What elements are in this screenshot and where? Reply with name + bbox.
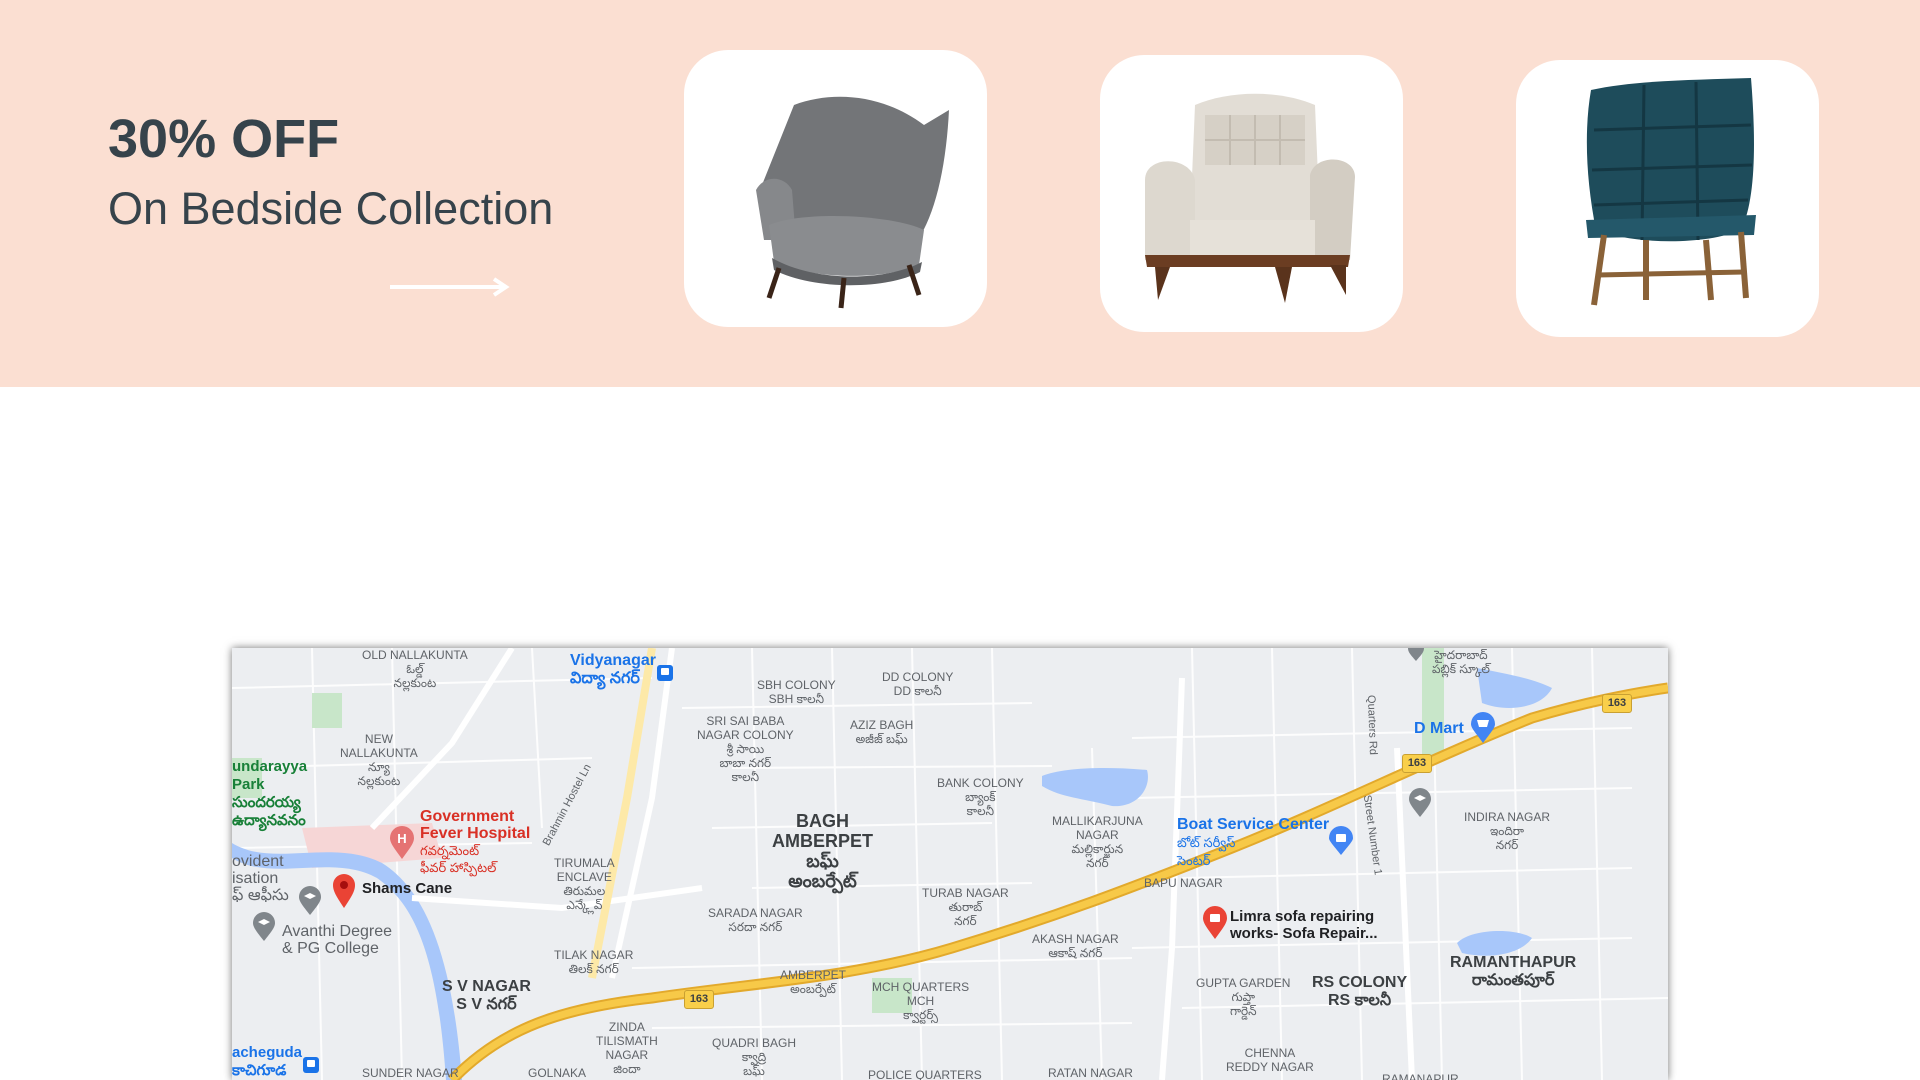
train-station-icon[interactable] xyxy=(302,1056,320,1074)
map-label-shams-cane[interactable]: Shams Cane xyxy=(362,880,452,897)
train-station-icon[interactable] xyxy=(656,664,674,682)
highway-shield-163: 163 xyxy=(1402,754,1432,773)
map-label-d-mart[interactable]: D Mart xyxy=(1414,720,1464,738)
map-label-ramanthapur: RAMANTHAPUR రామంతపూర్ xyxy=(1450,954,1577,989)
map-label-quadri-bagh: QUADRI BAGH క్వాద్రి బఘ్ xyxy=(712,1036,797,1078)
teal-chair-image xyxy=(1586,78,1756,306)
map-label-sunder-nagar: SUNDER NAGAR xyxy=(362,1066,459,1080)
map-label-gupta-garden: GUPTA GARDEN గుప్తా గార్డెన్ xyxy=(1196,976,1291,1018)
map-label-golnaka: GOLNAKA xyxy=(528,1066,587,1080)
map-label-kacheguda[interactable]: acheguda కాచిగూడ xyxy=(232,1044,302,1080)
highway-shield-163: 163 xyxy=(1602,694,1632,713)
promo-title: 30% OFF xyxy=(108,109,340,169)
map-label-zinda: ZINDA TILISMATH NAGAR జిందా xyxy=(596,1020,658,1076)
highway-shield-163: 163 xyxy=(684,990,714,1009)
promo-banner: 30% OFF On Bedside Collection xyxy=(0,0,1920,387)
map-label-sbh-colony: SBH COLONY SBH కాలనీ xyxy=(757,678,836,706)
map-label-mch-quarters: MCH QUARTERS MCH క్వార్టర్స్ xyxy=(872,980,970,1022)
school-pin-icon[interactable] xyxy=(298,886,322,916)
map-label-tirumala: TIRUMALA ENCLAVE తిరుమల ఎన్క్లేవ్ xyxy=(554,856,615,912)
location-map[interactable]: 163 163 163 OLD NALLAKUNTA ఓల్డ్ నల్లకుంట… xyxy=(232,648,1668,1080)
map-label-tilak-nagar: TILAK NAGAR తిలక్ నగర్ xyxy=(554,948,634,976)
map-label-ratan-nagar: RATAN NAGAR xyxy=(1048,1066,1133,1080)
map-label-mallikarjuna: MALLIKARJUNA NAGAR మల్లికార్జున నగర్ xyxy=(1052,814,1143,870)
map-label-provident: ovident isation ఫ్ ఆఫీసు xyxy=(232,853,289,904)
map-label-chenna-reddy: CHENNA REDDY NAGAR xyxy=(1226,1046,1314,1074)
map-label-bagh-amberpet: BAGH AMBERPET బఘ్ అంబర్పేట్ xyxy=(772,811,874,891)
map-label-new-nallakunta: NEW NALLAKUNTA న్యూ నల్లకుంట xyxy=(340,732,418,788)
map-label-avanthi-college[interactable]: Avanthi Degree & PG College xyxy=(282,923,392,957)
map-label-public-school: హైదరాబాద్ పబ్లిక్ స్కూల్ xyxy=(1432,648,1490,676)
location-pin-icon[interactable] xyxy=(332,873,356,909)
map-label-ramanapur: RAMANAPUR xyxy=(1382,1072,1459,1080)
map-label-sv-nagar: S V NAGAR S V నగర్ xyxy=(442,978,531,1013)
map-label-bapu-nagar: BAPU NAGAR xyxy=(1144,876,1223,890)
map-label-akash-nagar: AKASH NAGAR ఆకాష్ నగర్ xyxy=(1032,932,1119,960)
map-label-rs-colony: RS COLONY RS కాలనీ xyxy=(1312,974,1408,1009)
school-pin-icon[interactable] xyxy=(1406,648,1426,662)
product-card-cream-armchair[interactable] xyxy=(1100,55,1403,332)
cream-armchair-image xyxy=(1145,93,1355,303)
arrow-right-icon[interactable] xyxy=(388,276,512,298)
promo-subtitle: On Bedside Collection xyxy=(108,183,554,234)
shop-pin-icon[interactable] xyxy=(1328,826,1354,856)
map-label-sundarayya-park[interactable]: undarayya Park సుందరయ్య ఉద్యానవనం xyxy=(232,758,307,830)
map-label-aziz-bagh: AZIZ BAGH అజీజ్ బఘ్ xyxy=(850,718,914,746)
svg-text:H: H xyxy=(397,831,406,846)
school-pin-icon[interactable] xyxy=(252,912,276,942)
map-label-govt-fever-hospital[interactable]: Government Fever Hospital గవర్నమెంట్ ఫీవర… xyxy=(420,808,530,876)
map-label-police-quarters: POLICE QUARTERS xyxy=(868,1068,982,1080)
map-label-amberpet: AMBERPET అంబర్పేట్ xyxy=(780,968,847,996)
hospital-pin-icon[interactable]: H xyxy=(389,826,415,860)
map-label-indira-nagar: INDIRA NAGAR ఇందిరా నగర్ xyxy=(1464,810,1551,852)
school-pin-icon[interactable] xyxy=(1408,788,1432,818)
product-card-teal-chair[interactable] xyxy=(1516,60,1819,337)
map-label-old-nallakunta: OLD NALLAKUNTA ఓల్డ్ నల్లకుంట xyxy=(362,648,468,690)
map-label-vidyanagar[interactable]: Vidyanagar విద్యా నగర్ xyxy=(570,652,656,688)
grey-armchair-image xyxy=(756,96,949,309)
map-label-boat-service-center[interactable]: Boat Service Center బోట్ సర్వీస్ సెంటర్ xyxy=(1177,816,1329,870)
map-label-bank-colony: BANK COLONY బ్యాంక్ కాలనీ xyxy=(937,776,1024,818)
map-label-sri-sai-baba: SRI SAI BABA NAGAR COLONY శ్రీ సాయి బాబా… xyxy=(697,714,794,784)
map-label-dd-colony: DD COLONY DD కాలనీ xyxy=(882,670,954,698)
shopping-cart-pin-icon[interactable] xyxy=(1470,712,1496,744)
product-card-grey-armchair[interactable] xyxy=(684,50,987,327)
map-label-quarters-rd: Quarters Rd xyxy=(1364,694,1380,756)
map-label-limra-sofa[interactable]: Limra sofa repairing works- Sofa Repair.… xyxy=(1230,908,1378,942)
map-label-turab-nagar: TURAB NAGAR తురాబ్ నగర్ xyxy=(922,886,1009,928)
map-label-sarada-nagar: SARADA NAGAR సరదా నగర్ xyxy=(708,906,803,934)
shop-pin-icon[interactable] xyxy=(1202,906,1228,940)
